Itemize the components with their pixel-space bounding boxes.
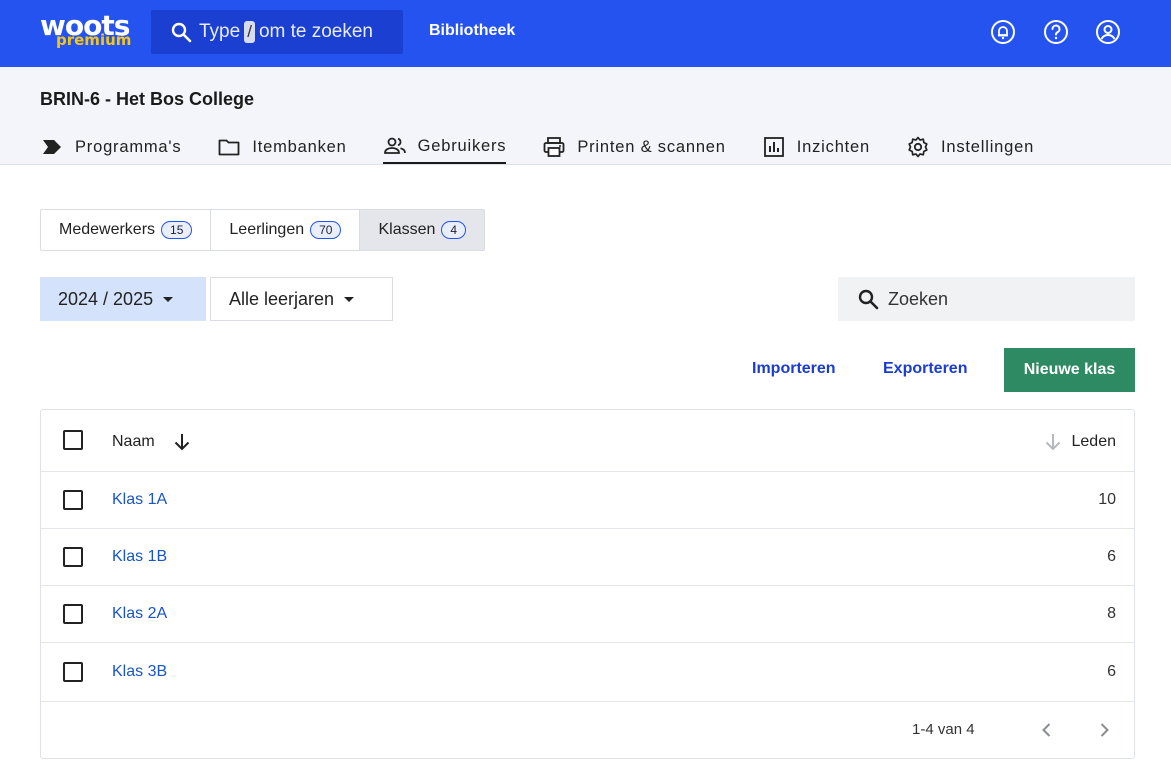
search-shortcut-key: / — [244, 21, 255, 43]
table-row[interactable]: Klas 3B 6 — [41, 643, 1134, 702]
tab-insights[interactable]: Inzichten — [762, 130, 870, 164]
woots-logo[interactable]: woots premium — [40, 9, 132, 51]
arrow-down-icon — [1045, 434, 1060, 451]
arrow-down-icon — [174, 434, 189, 451]
row-checkbox[interactable] — [63, 490, 83, 510]
column-members-header: Leden — [1071, 433, 1117, 450]
search-placeholder: Zoeken — [888, 288, 949, 309]
segment-staff-count: 15 — [161, 221, 193, 239]
global-search[interactable]: Type / om te zoeken — [151, 10, 403, 54]
segment-students-label: Leerlingen — [229, 221, 305, 238]
class-name-link[interactable]: Klas 3B — [112, 663, 167, 681]
class-name-link[interactable]: Klas 1A — [112, 491, 167, 509]
export-button[interactable]: Exporteren — [883, 360, 967, 378]
segment-classes-label: Klassen — [378, 221, 436, 238]
import-button[interactable]: Importeren — [752, 360, 836, 378]
program-icon — [43, 140, 61, 154]
users-icon — [383, 137, 406, 154]
search-icon — [171, 22, 192, 43]
tab-programs-label: Programma's — [75, 137, 182, 156]
segment-staff-label: Medewerkers — [59, 221, 156, 238]
table-row[interactable]: Klas 1B 6 — [41, 529, 1134, 586]
organization-title: BRIN-6 - Het Bos College — [40, 89, 255, 109]
tab-itembanks[interactable]: Itembanken — [217, 130, 346, 164]
tab-print-scan-label: Printen & scannen — [577, 137, 726, 156]
row-checkbox[interactable] — [63, 604, 83, 624]
chevron-right-icon[interactable] — [1093, 719, 1115, 741]
members-count: 6 — [1107, 548, 1116, 565]
table-header-row: Naam Leden — [41, 410, 1134, 472]
table-row[interactable]: Klas 2A 8 — [41, 586, 1134, 643]
printer-icon — [543, 137, 565, 157]
school-year-value: 2024 / 2025 — [58, 288, 154, 309]
chevron-left-icon[interactable] — [1036, 719, 1058, 741]
new-class-button[interactable]: Nieuwe klas — [1004, 348, 1135, 392]
sort-by-name[interactable]: Naam — [112, 431, 193, 453]
grade-level-value: Alle leerjaren — [229, 288, 335, 309]
school-year-dropdown[interactable]: 2024 / 2025 — [40, 277, 206, 321]
members-count: 10 — [1098, 491, 1116, 508]
top-bar: woots premium Type / om te zoeken Biblio… — [0, 0, 1171, 67]
logo-sub-text: premium — [56, 31, 132, 49]
tab-users-label: Gebruikers — [417, 136, 507, 155]
pagination-summary: 1-4 van 4 — [912, 721, 975, 738]
segment-classes-count: 4 — [441, 221, 467, 239]
segment-staff[interactable]: Medewerkers 15 — [41, 210, 212, 250]
tab-print-scan[interactable]: Printen & scannen — [542, 130, 725, 164]
organization-header: BRIN-6 - Het Bos College Programma's Ite… — [0, 67, 1171, 165]
account-icon[interactable] — [1095, 19, 1121, 45]
tab-insights-label: Inzichten — [796, 137, 871, 156]
class-search-input[interactable]: Zoeken — [838, 277, 1135, 321]
class-name-link[interactable]: Klas 2A — [112, 605, 167, 623]
search-suffix: om te zoeken — [258, 21, 374, 42]
row-checkbox[interactable] — [63, 547, 83, 567]
chart-icon — [763, 137, 784, 157]
select-all-checkbox[interactable] — [63, 430, 83, 450]
search-prefix: Type — [199, 21, 241, 42]
table-row[interactable]: Klas 1A 10 — [41, 472, 1134, 529]
row-checkbox[interactable] — [63, 662, 83, 682]
segment-students[interactable]: Leerlingen 70 — [211, 210, 361, 250]
gear-icon — [908, 136, 928, 158]
grade-level-dropdown[interactable]: Alle leerjaren — [210, 277, 393, 321]
segment-classes[interactable]: Klassen 4 — [360, 210, 485, 250]
column-name-header: Naam — [112, 433, 155, 450]
user-type-switcher: Medewerkers 15 Leerlingen 70 Klassen 4 — [40, 209, 486, 251]
help-icon[interactable] — [1043, 19, 1069, 45]
tab-settings-label: Instellingen — [941, 137, 1035, 156]
tab-users[interactable]: Gebruikers — [382, 130, 507, 164]
sort-by-members[interactable]: Leden — [1042, 431, 1117, 453]
members-count: 6 — [1107, 663, 1116, 680]
library-link[interactable]: Bibliotheek — [429, 22, 515, 40]
tab-settings[interactable]: Instellingen — [906, 130, 1034, 164]
class-name-link[interactable]: Klas 1B — [112, 548, 167, 566]
members-count: 8 — [1107, 605, 1116, 622]
caret-down-icon — [344, 296, 355, 302]
search-icon — [858, 289, 879, 310]
tab-itembanks-label: Itembanken — [252, 137, 347, 156]
tab-programs[interactable]: Programma's — [40, 130, 181, 164]
folder-icon — [218, 139, 240, 156]
notifications-icon[interactable] — [990, 19, 1016, 45]
classes-table: Naam Leden Klas 1A 10 Klas 1B 6 Klas 2A … — [40, 409, 1135, 759]
caret-down-icon — [163, 296, 174, 302]
segment-students-count: 70 — [310, 221, 342, 239]
main-navigation: Programma's Itembanken Gebruikers Printe… — [40, 130, 1070, 165]
